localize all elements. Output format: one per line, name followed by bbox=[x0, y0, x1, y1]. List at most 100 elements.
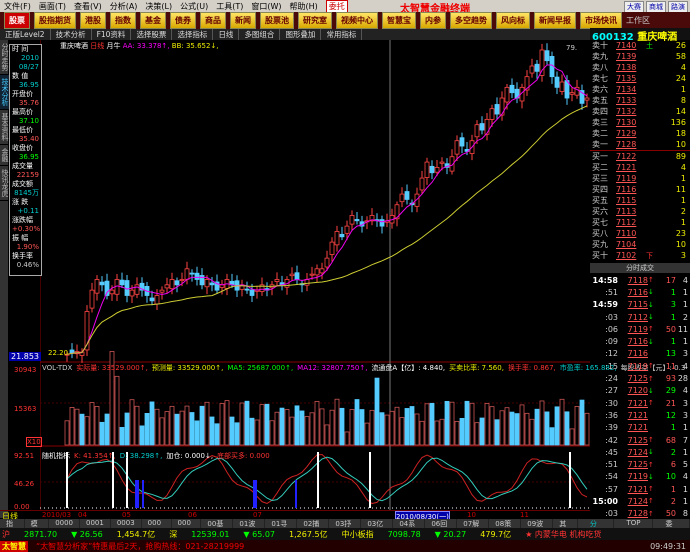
menu-item[interactable]: 查看(V) bbox=[74, 1, 102, 12]
ticker-text[interactable]: “太智慧分析家”特惠最后2天，抢购热线：021-28219999 bbox=[36, 541, 244, 552]
tab-3[interactable]: 指数 bbox=[110, 12, 136, 29]
trade-row[interactable]: :24 7125 ↑ 93 28 bbox=[590, 372, 690, 384]
menu-item[interactable]: 决策(L) bbox=[145, 1, 172, 12]
order-book-row[interactable]: 买八 7110 23 bbox=[590, 228, 690, 239]
toolbar-item[interactable]: 日线 bbox=[213, 29, 240, 40]
tab-8[interactable]: 股票池 bbox=[260, 12, 294, 29]
bottom-tab[interactable]: 委托 bbox=[653, 519, 690, 538]
workspace-button[interactable]: 工作区 bbox=[626, 15, 650, 26]
trade-row[interactable]: :36 7121 12 3 bbox=[590, 409, 690, 421]
bottom-tab[interactable]: 01寻底 bbox=[265, 519, 298, 538]
trade-row[interactable]: 14:58 7118 ↑ 17 4 bbox=[590, 274, 690, 286]
toolbar-item[interactable]: 选择股票 bbox=[131, 29, 173, 40]
trade-row[interactable]: :45 7124 ↓ 2 1 bbox=[590, 446, 690, 458]
trade-row[interactable]: :27 7120 ↓ 29 4 bbox=[590, 385, 690, 397]
order-book-row[interactable]: 卖一 7128 10 bbox=[590, 139, 690, 150]
toolbar-item[interactable]: 技术分析 bbox=[51, 29, 92, 40]
trade-row[interactable]: :57 7121 ↑ 1 1 bbox=[590, 483, 690, 495]
chart-area[interactable] bbox=[40, 40, 590, 510]
bottom-tab[interactable]: 04系数 bbox=[393, 519, 426, 538]
order-book-row[interactable]: 卖五 7133 8 bbox=[590, 95, 690, 106]
trade-row[interactable]: 15:00 7124 ↑ 2 1 bbox=[590, 495, 690, 507]
bottom-tab[interactable]: 00基本 bbox=[201, 519, 234, 538]
bottom-tab[interactable]: 模板 bbox=[25, 519, 50, 538]
trade-row[interactable]: :30 7121 ↑ 21 3 bbox=[590, 397, 690, 409]
menu-item[interactable]: 窗口(W) bbox=[251, 1, 281, 12]
bottom-tab[interactable]: 0000 bbox=[49, 519, 81, 528]
bottom-tab[interactable]: 0001 bbox=[80, 519, 111, 528]
bottom-tab[interactable]: 07解盘 bbox=[457, 519, 490, 538]
tab-16[interactable]: 市场快讯 bbox=[580, 12, 622, 29]
order-book-row[interactable]: 卖十 7140 土 26 bbox=[590, 40, 690, 51]
order-book-row[interactable]: 卖六 7134 1 bbox=[590, 84, 690, 95]
order-book-row[interactable]: 卖三 7130 136 bbox=[590, 117, 690, 128]
order-book-row[interactable]: 买四 7116 11 bbox=[590, 184, 690, 195]
order-book-row[interactable]: 买九 7104 10 bbox=[590, 239, 690, 250]
bottom-tab[interactable]: 03亿万 bbox=[361, 519, 394, 538]
toolbar-item[interactable]: 选择指标 bbox=[172, 29, 214, 40]
bottom-tab[interactable]: 000模 bbox=[142, 519, 172, 536]
toolbar-item[interactable]: 正版Level2 bbox=[0, 29, 51, 40]
bottom-tab[interactable]: 分笔 bbox=[578, 519, 615, 538]
order-book-row[interactable]: 卖九 7139 58 bbox=[590, 51, 690, 62]
trade-row[interactable]: :12 7116 13 3 bbox=[590, 348, 690, 360]
bottom-tab[interactable]: 09波列 bbox=[521, 519, 554, 538]
tab-10[interactable]: 视频中心 bbox=[336, 12, 378, 29]
order-book-row[interactable]: 卖四 7132 14 bbox=[590, 106, 690, 117]
bottom-tab[interactable]: 000左 bbox=[172, 519, 202, 536]
news-flash[interactable]: ★ 内蒙华电 机构吃货 bbox=[525, 529, 601, 540]
order-book-row[interactable]: 卖八 7138 4 bbox=[590, 62, 690, 73]
bottom-tab[interactable]: 0003 bbox=[111, 519, 142, 528]
trade-row[interactable]: :51 7125 ↑ 6 5 bbox=[590, 458, 690, 470]
tab-6[interactable]: 商品 bbox=[200, 12, 226, 29]
order-book-row[interactable]: 买五 7115 1 bbox=[590, 195, 690, 206]
menu-item[interactable]: 帮助(H) bbox=[290, 1, 318, 12]
bottom-tab[interactable]: 指标 bbox=[0, 519, 25, 538]
tab-1[interactable]: 股指期货 bbox=[34, 12, 76, 29]
tab-11[interactable]: 智慧宝 bbox=[382, 12, 416, 29]
menu-item[interactable]: 画面(T) bbox=[39, 1, 66, 12]
bottom-tab[interactable]: 其他 bbox=[553, 519, 578, 538]
order-book-row[interactable]: 买二 7121 4 bbox=[590, 162, 690, 173]
tab-0[interactable]: 股票 bbox=[4, 12, 30, 29]
trade-row[interactable]: :09 7116 ↓ 1 1 bbox=[590, 335, 690, 347]
toolbar-item[interactable]: 多图组合 bbox=[239, 29, 281, 40]
tab-9[interactable]: 研究室 bbox=[298, 12, 332, 29]
trade-row[interactable]: :39 7121 1 1 bbox=[590, 422, 690, 434]
order-book-row[interactable]: 买三 7119 1 bbox=[590, 173, 690, 184]
trade-row[interactable]: :51 7116 ↓ 1 1 bbox=[590, 286, 690, 298]
toolbar-item[interactable]: 常用指标 bbox=[321, 29, 363, 40]
menu-item-trade[interactable]: 委托 bbox=[325, 0, 348, 13]
bottom-tab[interactable]: 01波段 bbox=[233, 519, 266, 538]
order-book-row[interactable]: 卖七 7135 24 bbox=[590, 73, 690, 84]
toolbar-item[interactable]: F10资料 bbox=[92, 29, 132, 40]
order-book-row[interactable]: 买七 7112 1 bbox=[590, 217, 690, 228]
trade-row[interactable]: :54 7119 ↓ 10 4 bbox=[590, 471, 690, 483]
trade-row[interactable]: :06 7119 ↑ 50 11 bbox=[590, 323, 690, 335]
order-book-row[interactable]: 买十 7102 下 3 bbox=[590, 250, 690, 261]
tab-4[interactable]: 基金 bbox=[140, 12, 166, 29]
bottom-tab[interactable]: 08策指 bbox=[489, 519, 522, 538]
bottom-tab[interactable]: TOP bbox=[614, 519, 654, 528]
bottom-tab[interactable]: 06回波 bbox=[425, 519, 458, 538]
trades-header[interactable]: 分时成交 bbox=[590, 263, 690, 273]
trade-row[interactable]: :42 7125 ↑ 68 7 bbox=[590, 434, 690, 446]
tab-15[interactable]: 新闻早报 bbox=[534, 12, 576, 29]
tab-5[interactable]: 债券 bbox=[170, 12, 196, 29]
menu-item[interactable]: 工具(T) bbox=[216, 1, 243, 12]
tab-14[interactable]: 风向标 bbox=[496, 12, 530, 29]
bottom-tab[interactable]: 03抒回 bbox=[329, 519, 362, 538]
menu-item[interactable]: 公式(U) bbox=[180, 1, 208, 12]
menu-item[interactable]: 文件(F) bbox=[4, 1, 31, 12]
tab-2[interactable]: 港股 bbox=[80, 12, 106, 29]
tab-12[interactable]: 内参 bbox=[420, 12, 446, 29]
toolbar-item[interactable]: 图形叠加 bbox=[280, 29, 322, 40]
trade-row[interactable]: 14:59 7115 ↓ 3 1 bbox=[590, 299, 690, 311]
menu-item[interactable]: 分析(A) bbox=[110, 1, 138, 12]
bottom-tab[interactable]: 02捕捞 bbox=[297, 519, 330, 538]
tab-13[interactable]: 多空趋势 bbox=[450, 12, 492, 29]
order-book-row[interactable]: 买六 7113 2 bbox=[590, 206, 690, 217]
trade-row[interactable]: :03 7112 ↓ 1 2 bbox=[590, 311, 690, 323]
order-book-row[interactable]: 买一 7122 89 bbox=[590, 151, 690, 162]
trade-row[interactable]: :15 7119 ↑ 11 4 bbox=[590, 360, 690, 372]
